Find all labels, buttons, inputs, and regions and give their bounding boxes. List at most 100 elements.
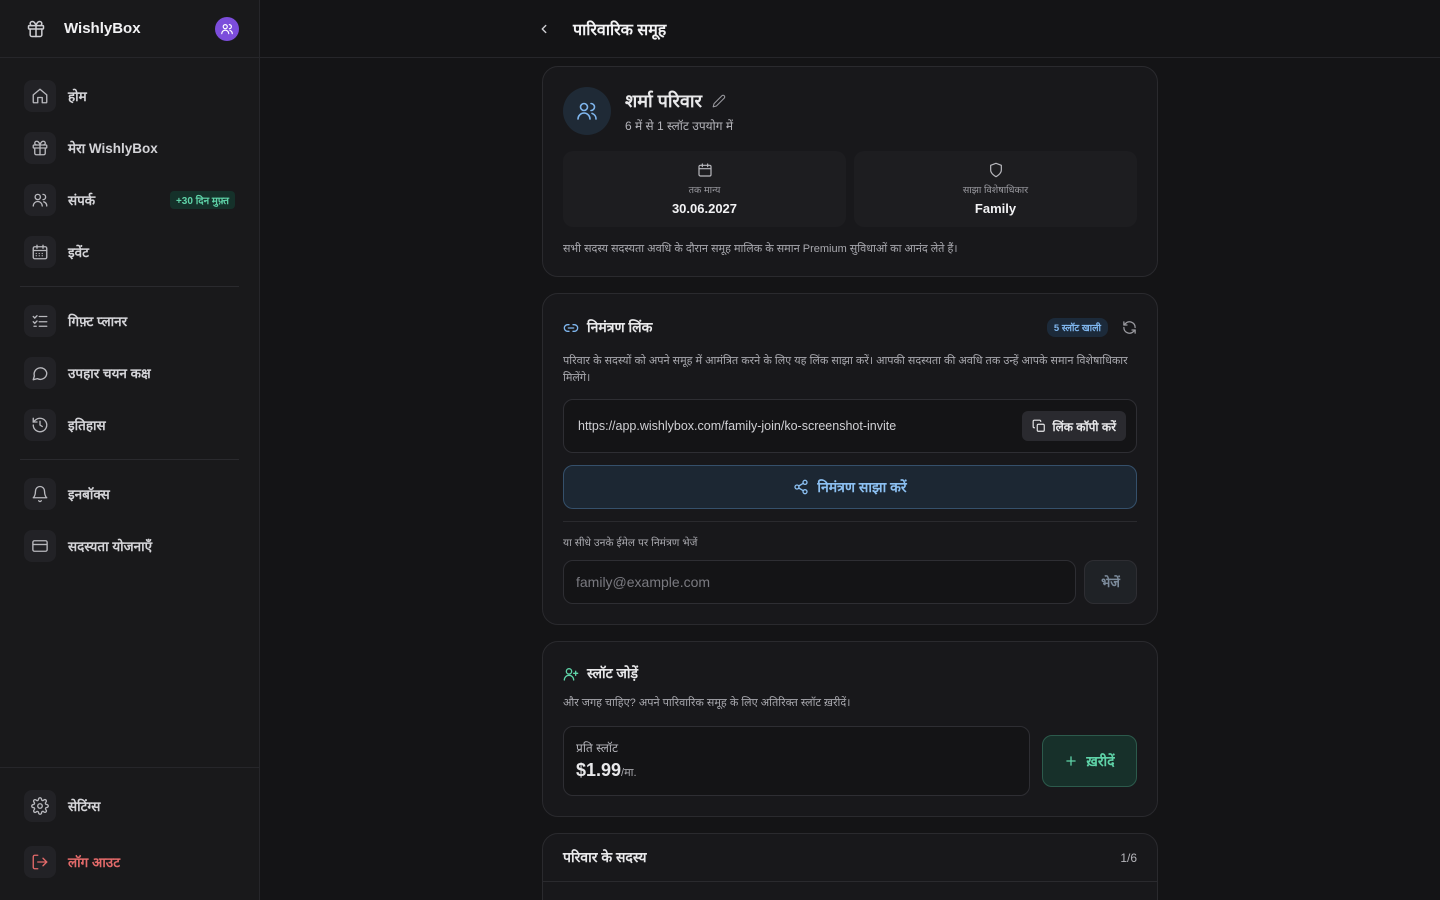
- pencil-icon[interactable]: [712, 94, 726, 108]
- invite-card: निमंत्रण लिंक 5 स्लॉट खाली परिवार के सदस…: [542, 293, 1158, 625]
- logout-button[interactable]: लॉग आउट: [0, 836, 259, 888]
- invite-url[interactable]: https://app.wishlybox.com/family-join/ko…: [578, 419, 896, 433]
- privilege-value: Family: [974, 201, 1017, 216]
- add-slots-card: स्लॉट जोड़ें और जगह चाहिए? अपने पारिवारि…: [542, 641, 1158, 817]
- share-invite-label: निमंत्रण साझा करें: [817, 478, 907, 495]
- buy-slot-button[interactable]: ख़रीदें: [1042, 735, 1137, 787]
- home-icon: [24, 80, 56, 112]
- privilege-label: साझा विशेषाधिकार: [962, 185, 1029, 196]
- gift-icon: [24, 132, 56, 164]
- share-invite-button[interactable]: निमंत्रण साझा करें: [563, 465, 1137, 509]
- gear-icon: [24, 790, 56, 822]
- privilege-stat: साझा विशेषाधिकार Family: [854, 151, 1137, 227]
- sidebar-item-inbox[interactable]: इनबॉक्स: [0, 468, 259, 520]
- section-divider: [563, 521, 1137, 522]
- sidebar-item-label: उपहार चयन कक्ष: [68, 366, 151, 381]
- sidebar-footer: सेटिंग्स लॉग आउट: [0, 767, 259, 900]
- sidebar-item-label: इतिहास: [68, 418, 106, 433]
- group-name: शर्मा परिवार: [625, 90, 702, 111]
- sidebar-item-gift-room[interactable]: उपहार चयन कक्ष: [0, 347, 259, 399]
- sidebar-item-contacts[interactable]: संपर्क +30 दिन मुफ़्त: [0, 174, 259, 226]
- invite-header: निमंत्रण लिंक 5 स्लॉट खाली: [563, 318, 1137, 337]
- sidebar-item-events[interactable]: इवेंट: [0, 226, 259, 278]
- users-icon: [563, 87, 611, 135]
- add-slots-title: स्लॉट जोड़ें: [587, 665, 639, 681]
- nav-divider: [20, 459, 239, 460]
- sidebar-item-label: संपर्क: [68, 193, 96, 208]
- members-card: परिवार के सदस्य 1/6: [542, 833, 1158, 900]
- invite-link-box: https://app.wishlybox.com/family-join/ko…: [563, 399, 1137, 453]
- sidebar-item-label: सदस्यता योजनाएँ: [68, 539, 153, 554]
- user-plus-icon: [563, 666, 579, 682]
- main-nav: होम मेरा WishlyBox संपर्क +30 दिन मुफ़्त…: [0, 58, 259, 572]
- group-card: शर्मा परिवार 6 में से 1 स्लॉट उपयोग में …: [542, 66, 1158, 277]
- history-icon: [24, 409, 56, 441]
- page-title: पारिवारिक समूह: [573, 22, 667, 39]
- link-icon: [563, 320, 579, 336]
- sidebar-item-label: मेरा WishlyBox: [68, 141, 158, 156]
- calendar-icon: [697, 162, 713, 180]
- gift-logo-icon: [24, 17, 48, 41]
- sidebar-item-gift-planner[interactable]: गिफ़्ट प्लानर: [0, 295, 259, 347]
- plus-icon: [1064, 754, 1078, 768]
- price-period: /मा.: [621, 767, 637, 779]
- sidebar-item-history[interactable]: इतिहास: [0, 399, 259, 451]
- credit-card-icon: [24, 530, 56, 562]
- add-slots-header: स्लॉट जोड़ें: [563, 664, 1137, 683]
- members-title: परिवार के सदस्य: [563, 849, 647, 865]
- validity-stat: तक मान्य 30.06.2027: [563, 151, 846, 227]
- logout-label: लॉग आउट: [68, 855, 120, 870]
- user-avatar[interactable]: [215, 16, 239, 41]
- sidebar-item-label: इवेंट: [68, 245, 89, 260]
- email-invite-label: या सीधे उनके ईमेल पर निमंत्रण भेजें: [563, 537, 698, 549]
- page-header: पारिवारिक समूह: [260, 0, 1440, 58]
- email-field[interactable]: [563, 560, 1076, 604]
- add-slots-description: और जगह चाहिए? अपने पारिवारिक समूह के लिए…: [563, 697, 851, 709]
- group-stats: तक मान्य 30.06.2027 साझा विशेषाधिकार Fam…: [563, 151, 1137, 227]
- members-header: परिवार के सदस्य 1/6: [543, 834, 1157, 882]
- validity-value: 30.06.2027: [671, 201, 738, 216]
- sidebar-item-label: गिफ़्ट प्लानर: [68, 314, 128, 329]
- main-content: शर्मा परिवार 6 में से 1 स्लॉट उपयोग में …: [542, 66, 1158, 900]
- logout-icon: [24, 846, 56, 878]
- checklist-icon: [24, 305, 56, 337]
- invite-title: निमंत्रण लिंक: [587, 319, 653, 335]
- sidebar-item-settings[interactable]: सेटिंग्स: [0, 780, 259, 832]
- slot-purchase-row: प्रति स्लॉट $1.99/मा. ख़रीदें: [563, 726, 1137, 796]
- free-slots-badge: 5 स्लॉट खाली: [1046, 318, 1108, 337]
- price-label: प्रति स्लॉट: [576, 741, 619, 755]
- copy-link-label: लिंक कॉपी करें: [1052, 419, 1116, 434]
- sidebar-item-label: इनबॉक्स: [68, 487, 110, 502]
- free-days-badge: +30 दिन मुफ़्त: [169, 191, 235, 209]
- slot-usage: 6 में से 1 स्लॉट उपयोग में: [625, 118, 733, 133]
- sidebar-item-plans[interactable]: सदस्यता योजनाएँ: [0, 520, 259, 572]
- brand-bar: WishlyBox: [0, 0, 259, 58]
- sidebar-item-my-wishlybox[interactable]: मेरा WishlyBox: [0, 122, 259, 174]
- send-button[interactable]: भेजें: [1084, 560, 1137, 604]
- sidebar-item-home[interactable]: होम: [0, 70, 259, 122]
- validity-label: तक मान्य: [688, 185, 721, 196]
- members-list: [543, 882, 1157, 900]
- email-invite-row: भेजें: [563, 560, 1137, 604]
- chat-icon: [24, 357, 56, 389]
- calendar-icon: [24, 236, 56, 268]
- sidebar-item-label: होम: [68, 89, 87, 104]
- price-box: प्रति स्लॉट $1.99/मा.: [563, 726, 1030, 796]
- slot-price: $1.99/मा.: [576, 760, 1017, 781]
- invite-description: परिवार के सदस्यों को अपने समूह में आमंत्…: [563, 355, 1128, 384]
- sidebar: WishlyBox होम मेरा WishlyBox संपर्क +30 …: [0, 0, 260, 900]
- users-icon: [24, 184, 56, 216]
- premium-note: सभी सदस्य सदस्यता अवधि के दौरान समूह माल…: [563, 243, 958, 255]
- copy-link-button[interactable]: लिंक कॉपी करें: [1022, 411, 1126, 441]
- nav-divider: [20, 286, 239, 287]
- refresh-icon[interactable]: [1122, 320, 1137, 335]
- chevron-left-icon[interactable]: [536, 20, 552, 38]
- price-value: $1.99: [576, 760, 622, 780]
- share-icon: [793, 479, 809, 495]
- brand-name[interactable]: WishlyBox: [64, 20, 141, 37]
- sidebar-item-label: सेटिंग्स: [68, 799, 101, 814]
- copy-icon: [1032, 419, 1046, 433]
- bell-icon: [24, 478, 56, 510]
- shield-icon: [988, 162, 1004, 180]
- members-count: 1/6: [1120, 850, 1137, 865]
